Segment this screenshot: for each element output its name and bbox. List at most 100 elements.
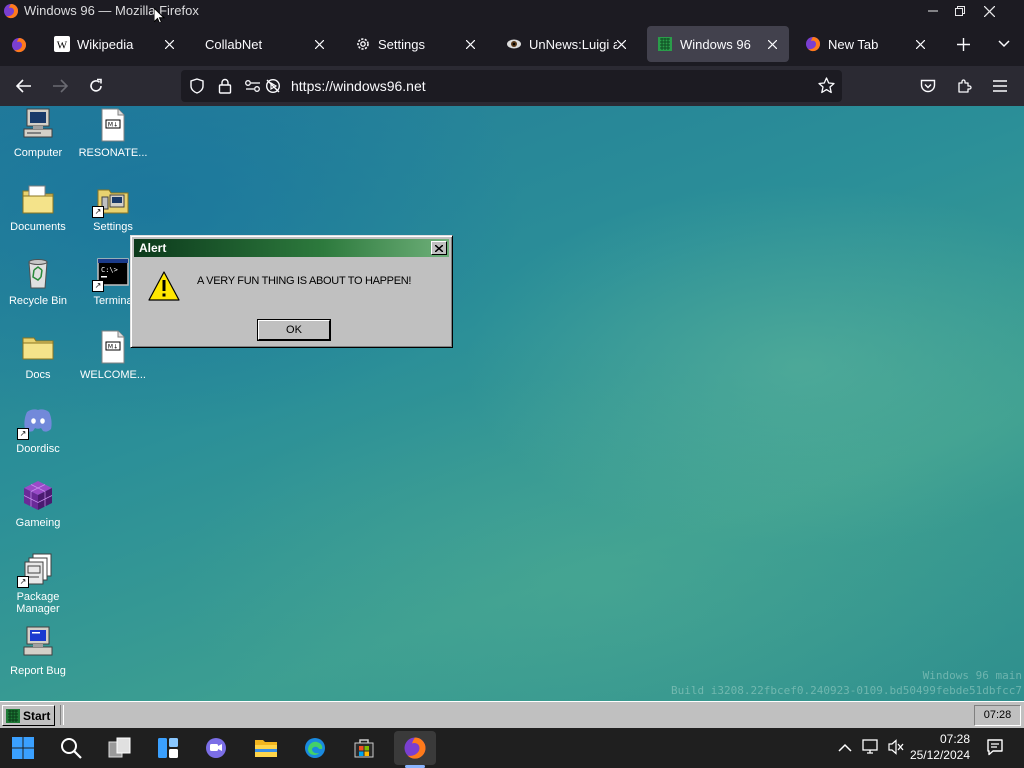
terminal-icon: C:\> ↗	[92, 256, 130, 292]
tab-new-tab[interactable]: New Tab	[795, 26, 937, 62]
alert-titlebar[interactable]: Alert	[134, 239, 449, 257]
desktop-icon-docs[interactable]: Docs	[0, 330, 76, 381]
warning-icon	[148, 271, 180, 306]
extensions-puzzle-icon[interactable]	[950, 72, 978, 100]
firefox-view-icon[interactable]	[8, 34, 30, 56]
back-button[interactable]	[10, 72, 38, 100]
eye-icon	[506, 36, 522, 52]
close-tab-icon[interactable]	[160, 35, 178, 53]
desktop-icon-label: WELCOME...	[79, 369, 146, 381]
shortcut-arrow-icon: ↗	[92, 280, 104, 292]
search-icon[interactable]	[54, 731, 88, 765]
desktop-icon-settings[interactable]: ↗ Settings	[75, 182, 151, 233]
desktop-icon-label: Doordisc	[16, 443, 60, 455]
windows-start-icon[interactable]	[6, 731, 40, 765]
close-icon	[435, 244, 443, 252]
navigation-toolbar: https://windows96.net	[0, 66, 1024, 106]
report-bug-computer-icon	[21, 626, 55, 660]
close-tab-icon[interactable]	[612, 35, 630, 53]
lock-icon[interactable]	[218, 78, 232, 99]
firefox-icon	[3, 3, 19, 19]
window-titlebar: Windows 96 — Mozilla Firefox	[0, 0, 1024, 26]
volume-muted-icon[interactable]	[887, 738, 905, 761]
alert-title: Alert	[139, 241, 167, 255]
task-view-icon[interactable]	[103, 731, 137, 765]
desktop-icon-gameing[interactable]: Gameing	[0, 478, 76, 529]
pocket-icon[interactable]	[914, 72, 942, 100]
desktop-icon-report-bug[interactable]: Report Bug	[0, 626, 76, 677]
desktop-icon-label: Settings	[93, 221, 133, 233]
notification-center-icon[interactable]	[986, 738, 1004, 761]
tab-wikipedia[interactable]: W Wikipedia	[44, 26, 186, 62]
teams-chat-icon[interactable]	[199, 731, 233, 765]
network-display-icon[interactable]	[862, 738, 880, 761]
markdown-file-icon: M↓	[96, 108, 130, 142]
shortcut-arrow-icon: ↗	[92, 206, 104, 218]
clock-date: 25/12/2024	[909, 748, 970, 762]
windows-taskbar: 07:28 25/12/2024	[0, 728, 1024, 768]
microsoft-store-icon[interactable]	[347, 731, 381, 765]
file-explorer-icon[interactable]	[249, 731, 283, 765]
start-button[interactable]: Start	[2, 705, 55, 726]
win96-taskbar: Start 07:28	[0, 701, 1024, 728]
close-tab-icon[interactable]	[310, 35, 328, 53]
tab-label: CollabNet	[205, 36, 263, 52]
windows96-logo-icon	[6, 708, 20, 723]
win96-desktop: Computer M↓ RESONATE... Documents ↗ Sett…	[0, 106, 1024, 701]
bookmark-star-icon[interactable]	[818, 77, 835, 99]
tab-windows96[interactable]: Windows 96	[647, 26, 789, 62]
list-all-tabs-button[interactable]	[990, 30, 1018, 58]
desktop-icon-label: Documents	[10, 221, 66, 233]
start-label: Start	[23, 708, 51, 723]
firefox-taskbar-icon[interactable]	[394, 731, 436, 765]
svg-text:M↓: M↓	[108, 122, 118, 129]
desktop-icon-computer[interactable]: Computer	[0, 108, 76, 159]
tab-unnews[interactable]: UnNews:Luigi ap	[496, 26, 638, 62]
autoplay-blocked-icon[interactable]	[265, 78, 281, 99]
tab-label: New Tab	[828, 36, 879, 52]
system-clock[interactable]: 07:28 25/12/2024	[908, 731, 970, 763]
close-tab-icon[interactable]	[461, 35, 479, 53]
build-watermark-line1: Windows 96 main	[922, 669, 1022, 682]
firefox-icon	[805, 36, 821, 52]
tab-label: Settings	[378, 36, 425, 52]
alert-message: A VERY FUN THING IS ABOUT TO HAPPEN!	[197, 275, 412, 287]
close-tab-icon[interactable]	[763, 35, 781, 53]
close-tab-icon[interactable]	[911, 35, 929, 53]
tab-settings[interactable]: Settings	[345, 26, 487, 62]
reload-button[interactable]	[82, 72, 110, 100]
shortcut-arrow-icon: ↗	[17, 576, 29, 588]
url-text[interactable]: https://windows96.net	[291, 78, 426, 94]
forward-button[interactable]	[46, 72, 74, 100]
permissions-icon[interactable]	[244, 78, 262, 99]
desktop-icon-resonate[interactable]: M↓ RESONATE...	[75, 108, 151, 159]
tracking-protection-shield-icon[interactable]	[189, 78, 205, 99]
url-bar[interactable]: https://windows96.net	[181, 70, 842, 102]
new-tab-button[interactable]	[949, 30, 977, 58]
desktop-icon-documents[interactable]: Documents	[0, 182, 76, 233]
documents-folder-icon	[21, 182, 55, 216]
widgets-icon[interactable]	[151, 731, 185, 765]
windows96-icon	[657, 36, 673, 52]
desktop-icon-package-manager[interactable]: ↗ Package Manager	[0, 552, 76, 615]
desktop-icon-label: Computer	[13, 147, 63, 159]
alert-close-button[interactable]	[431, 241, 447, 255]
tab-collabnet[interactable]: CollabNet	[194, 26, 336, 62]
ok-button[interactable]: OK	[257, 319, 331, 341]
desktop-icon-label: Report Bug	[10, 665, 66, 677]
desktop-icon-recycle-bin[interactable]: Recycle Bin	[0, 256, 76, 307]
alert-dialog: Alert A VERY FUN THING IS ABOUT TO HAPPE…	[130, 235, 453, 348]
gear-icon	[355, 36, 371, 52]
package-manager-icon: ↗	[17, 552, 55, 588]
recycle-bin-icon	[21, 256, 55, 290]
win96-clock[interactable]: 07:28	[974, 705, 1021, 726]
svg-text:C:\>: C:\>	[101, 266, 118, 274]
edge-browser-icon[interactable]	[298, 731, 332, 765]
settings-folder-icon: ↗	[92, 182, 130, 218]
tab-label: Windows 96	[680, 36, 751, 52]
show-hidden-icons-chevron-icon[interactable]	[838, 740, 852, 758]
desktop-icon-doordisc[interactable]: ↗ Doordisc	[0, 404, 76, 455]
close-window-button[interactable]	[967, 0, 1012, 22]
desktop-icon-label: Docs	[25, 369, 51, 381]
hamburger-menu-icon[interactable]	[986, 72, 1014, 100]
